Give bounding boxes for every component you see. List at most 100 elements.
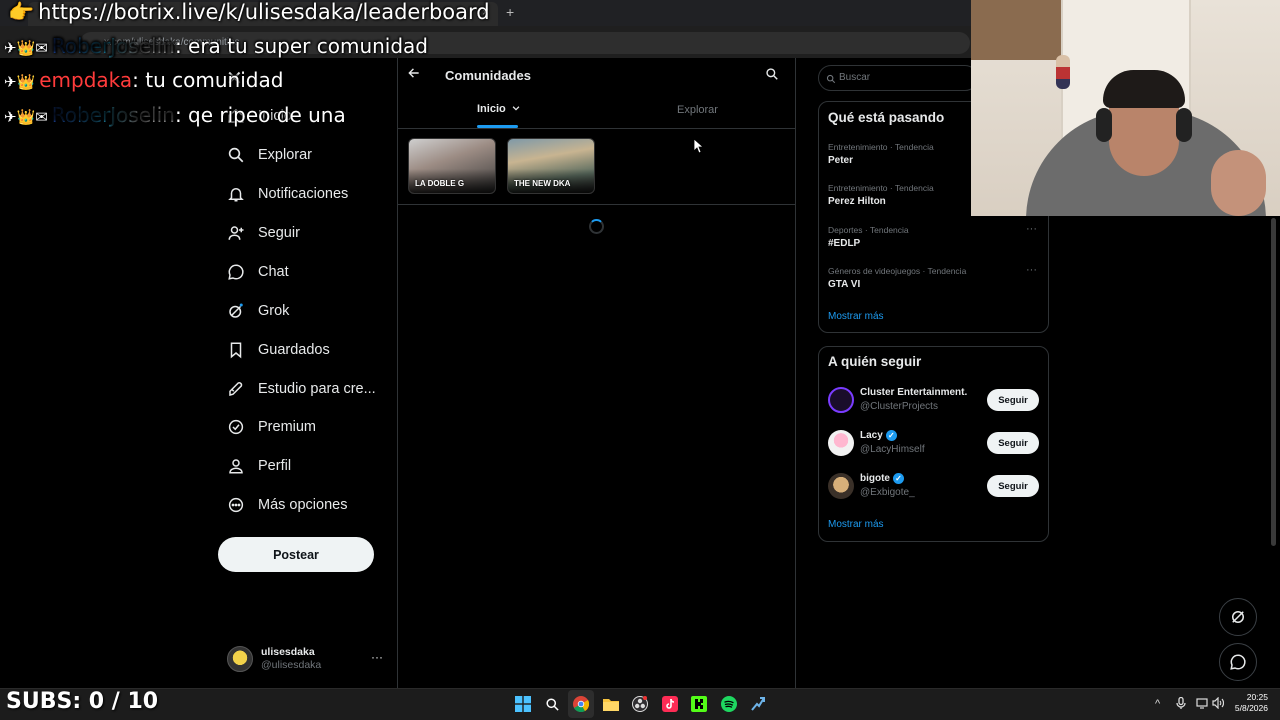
chat-text: : tu comunidad [132, 68, 284, 92]
new-tab-icon[interactable]: + [506, 4, 514, 20]
community-name: LA DOBLE G [415, 179, 465, 188]
scrollbar[interactable] [1271, 218, 1276, 546]
follow-handle: @ClusterProjects [860, 401, 938, 412]
messages-fab[interactable] [1219, 643, 1257, 681]
chat-icon [226, 262, 246, 282]
sidebar-item-notificaciones[interactable]: Notificaciones [226, 182, 348, 206]
sidebar-item-label: Notificaciones [258, 186, 349, 202]
microphone-icon[interactable] [1176, 696, 1186, 712]
sidebar-item-label: Grok [258, 303, 290, 319]
headset-icon [1176, 108, 1192, 142]
avatar [227, 646, 253, 672]
chevron-down-icon [512, 106, 520, 111]
sidebar-item-perfil[interactable]: Perfil [226, 454, 291, 478]
tiktok-icon[interactable] [661, 695, 679, 713]
pointing-hand-icon: 👉 [8, 0, 35, 24]
sidebar-item-guardados[interactable]: Guardados [226, 338, 330, 362]
webcam-background [971, 0, 1061, 60]
sidebar-item-chat[interactable]: Chat [226, 260, 289, 284]
webcam-streamer-hair [1103, 70, 1185, 108]
search-icon[interactable] [765, 67, 779, 86]
sidebar-item-label: Perfil [258, 458, 292, 474]
avatar[interactable] [828, 473, 854, 499]
trend-name[interactable]: #EDLP [828, 238, 860, 249]
follow-handle: @LacyHimself [860, 444, 925, 455]
community-card[interactable]: LA DOBLE G [408, 138, 496, 194]
follow-button[interactable]: Seguir [987, 389, 1039, 411]
community-card[interactable]: THE NEW DKA [507, 138, 595, 194]
chat-text: : qe ripeo de una [174, 103, 346, 127]
tab-inicio[interactable]: Inicio [477, 103, 521, 115]
trend-name[interactable]: Peter [828, 155, 853, 166]
chrome-icon[interactable] [572, 695, 590, 713]
trend-meta: Entretenimiento · Tendencia [828, 142, 934, 152]
avatar[interactable] [828, 387, 854, 413]
follow-title: A quién seguir [828, 354, 922, 369]
chat-username: RoberJoselin [51, 103, 175, 127]
sidebar-item-seguir[interactable]: Seguir [226, 221, 300, 245]
chat-username: RoberJoselin [51, 34, 175, 58]
chat-icon [1230, 654, 1246, 670]
sidebar-item-premium[interactable]: Premium [226, 415, 316, 439]
kick-icon[interactable] [690, 695, 708, 713]
trend-more-icon[interactable]: ··· [1026, 223, 1037, 235]
chat-badges-icon: ✈👑✉ [4, 39, 48, 57]
network-icon[interactable] [1196, 697, 1208, 712]
sidebar-item-label: Más opciones [258, 497, 348, 513]
clock-date: 5/8/2026 [1234, 703, 1268, 713]
trends-show-more-link[interactable]: Mostrar más [828, 311, 884, 322]
sidebar-item-estudio[interactable]: Estudio para cre... [226, 377, 376, 401]
account-switcher[interactable]: ulisesdaka @ulisesdaka [227, 645, 321, 673]
sidebar-item-explorar[interactable]: Explorar [226, 143, 312, 167]
grok-fab[interactable] [1219, 598, 1257, 636]
follow-name-text: bigote [860, 473, 890, 484]
bookmark-icon [226, 340, 246, 360]
webcam-figurine [1056, 55, 1070, 89]
back-arrow-icon[interactable] [407, 66, 421, 83]
spotify-icon[interactable] [720, 695, 738, 713]
trend-name[interactable]: Perez Hilton [828, 196, 886, 207]
taskbar-clock[interactable]: 20:25 5/8/2026 [1232, 692, 1268, 714]
search-icon [226, 145, 246, 165]
follow-name[interactable]: bigote ✓ [860, 473, 904, 484]
follow-name[interactable]: Cluster Entertainment. [860, 387, 967, 398]
divider [398, 128, 795, 129]
tray-chevron-up-icon[interactable]: ^ [1155, 698, 1160, 710]
sidebar-item-grok[interactable]: Grok [226, 299, 289, 323]
trend-meta: Géneros de videojuegos · Tendencia [828, 266, 967, 276]
follow-name[interactable]: Lacy ✓ [860, 430, 897, 441]
windows-start-icon[interactable] [514, 695, 532, 713]
obs-icon[interactable] [631, 695, 649, 713]
community-name: THE NEW DKA [514, 179, 571, 188]
chat-badges-icon: ✈👑 [4, 73, 36, 91]
webcam-streamer-hand [1211, 150, 1266, 216]
trend-more-icon[interactable]: ··· [1026, 264, 1037, 276]
sidebar-item-label: Premium [258, 419, 317, 435]
avatar[interactable] [828, 430, 854, 456]
follow-name-text: Cluster Entertainment. [860, 387, 968, 398]
trend-name[interactable]: GTA VI [828, 279, 860, 290]
sidebar-item-label: Guardados [258, 342, 330, 358]
tab-label: Inicio [477, 103, 506, 115]
follow-button[interactable]: Seguir [987, 475, 1039, 497]
chat-username: empdaka [39, 68, 133, 92]
taskbar-search-icon[interactable] [543, 695, 561, 713]
steam-icon[interactable] [749, 695, 767, 713]
overlay-url: 👉 https://botrix.live/k/ulisesdaka/leader… [8, 0, 490, 25]
post-button[interactable]: Postear [218, 537, 374, 572]
chat-text: : era tu super comunidad [174, 34, 428, 58]
sidebar-item-mas-opciones[interactable]: Más opciones [226, 493, 347, 517]
chat-message: ✈👑 empdaka: tu comunidad [4, 68, 283, 92]
file-explorer-icon[interactable] [602, 695, 620, 713]
volume-icon[interactable] [1212, 696, 1225, 712]
search-icon [826, 71, 836, 89]
chat-message: ✈👑✉ RoberJoselin: qe ripeo de una [4, 103, 346, 127]
profile-handle: @ulisesdaka [261, 659, 322, 671]
rocket-icon [226, 379, 246, 399]
follow-button[interactable]: Seguir [987, 432, 1039, 454]
follow-name-text: Lacy [860, 430, 883, 441]
tab-explorar[interactable]: Explorar [677, 104, 718, 116]
follow-show-more-link[interactable]: Mostrar más [828, 519, 884, 530]
mouse-cursor-icon [693, 138, 705, 159]
account-more-icon[interactable]: ··· [371, 650, 383, 664]
